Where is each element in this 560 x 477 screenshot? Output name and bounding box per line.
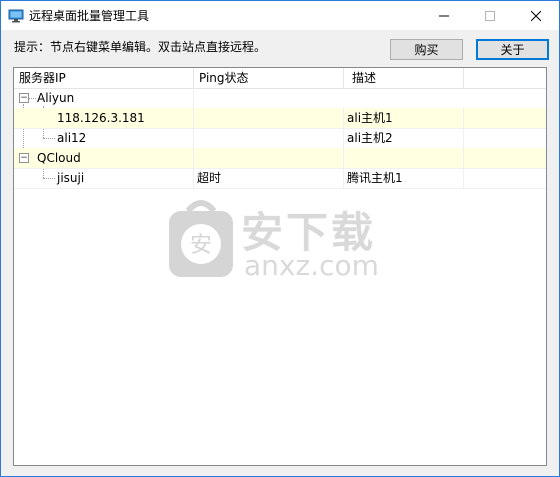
server-desc: ali主机2 [344, 128, 464, 148]
watermark-logo-char: 安 [190, 233, 212, 258]
server-ip: 118.126.3.181 [14, 108, 194, 128]
table-row[interactable]: jisuji 超时 腾讯主机1 [14, 168, 546, 189]
tree-group-row[interactable]: − QCloud [14, 148, 546, 169]
group-name: Aliyun [14, 88, 194, 108]
minimize-button[interactable] [421, 1, 467, 30]
empty-cell [464, 108, 546, 128]
table-row[interactable]: ali12 ali主机2 [14, 128, 546, 149]
column-header-ip[interactable]: 服务器IP [14, 68, 194, 88]
watermark-text-en: anxz.com [244, 249, 379, 282]
table-row[interactable]: 118.126.3.181 ali主机1 [14, 108, 546, 129]
column-header-empty [464, 68, 546, 88]
ping-status [194, 108, 344, 128]
empty-cell [464, 168, 546, 188]
maximize-button[interactable] [467, 1, 513, 30]
empty-cell [464, 148, 546, 168]
empty-cell [464, 128, 546, 148]
empty-cell [344, 148, 464, 168]
server-ip: ali12 [14, 128, 194, 148]
server-ip: jisuji [14, 168, 194, 188]
monitor-icon [8, 8, 24, 24]
shield-bag-icon: 安 [169, 200, 233, 277]
column-header: 服务器IP Ping状态 描述 [14, 68, 546, 89]
column-header-desc[interactable]: 描述 [344, 68, 464, 88]
title-bar[interactable]: 远程桌面批量管理工具 [1, 1, 559, 30]
server-desc: ali主机1 [344, 108, 464, 128]
watermark: 安 安下载 anxz.com [166, 197, 406, 287]
close-button[interactable] [513, 1, 559, 30]
about-button[interactable]: 关于 [476, 39, 549, 60]
ping-status: 超时 [194, 168, 344, 188]
hint-text: 提示：节点右键菜单编辑。双击站点直接远程。 [14, 40, 267, 54]
column-header-ping[interactable]: Ping状态 [194, 68, 344, 88]
main-window: 远程桌面批量管理工具 提示：节点右键菜单编辑。双击站点直接远程。 购买 关于 服… [0, 0, 560, 477]
ping-status [194, 128, 344, 148]
tree-group-row[interactable]: − Aliyun [14, 88, 546, 109]
empty-cell [194, 148, 344, 168]
window-title: 远程桌面批量管理工具 [29, 9, 150, 23]
server-desc: 腾讯主机1 [344, 168, 464, 188]
group-name: QCloud [14, 148, 194, 168]
buy-button[interactable]: 购买 [390, 39, 463, 60]
